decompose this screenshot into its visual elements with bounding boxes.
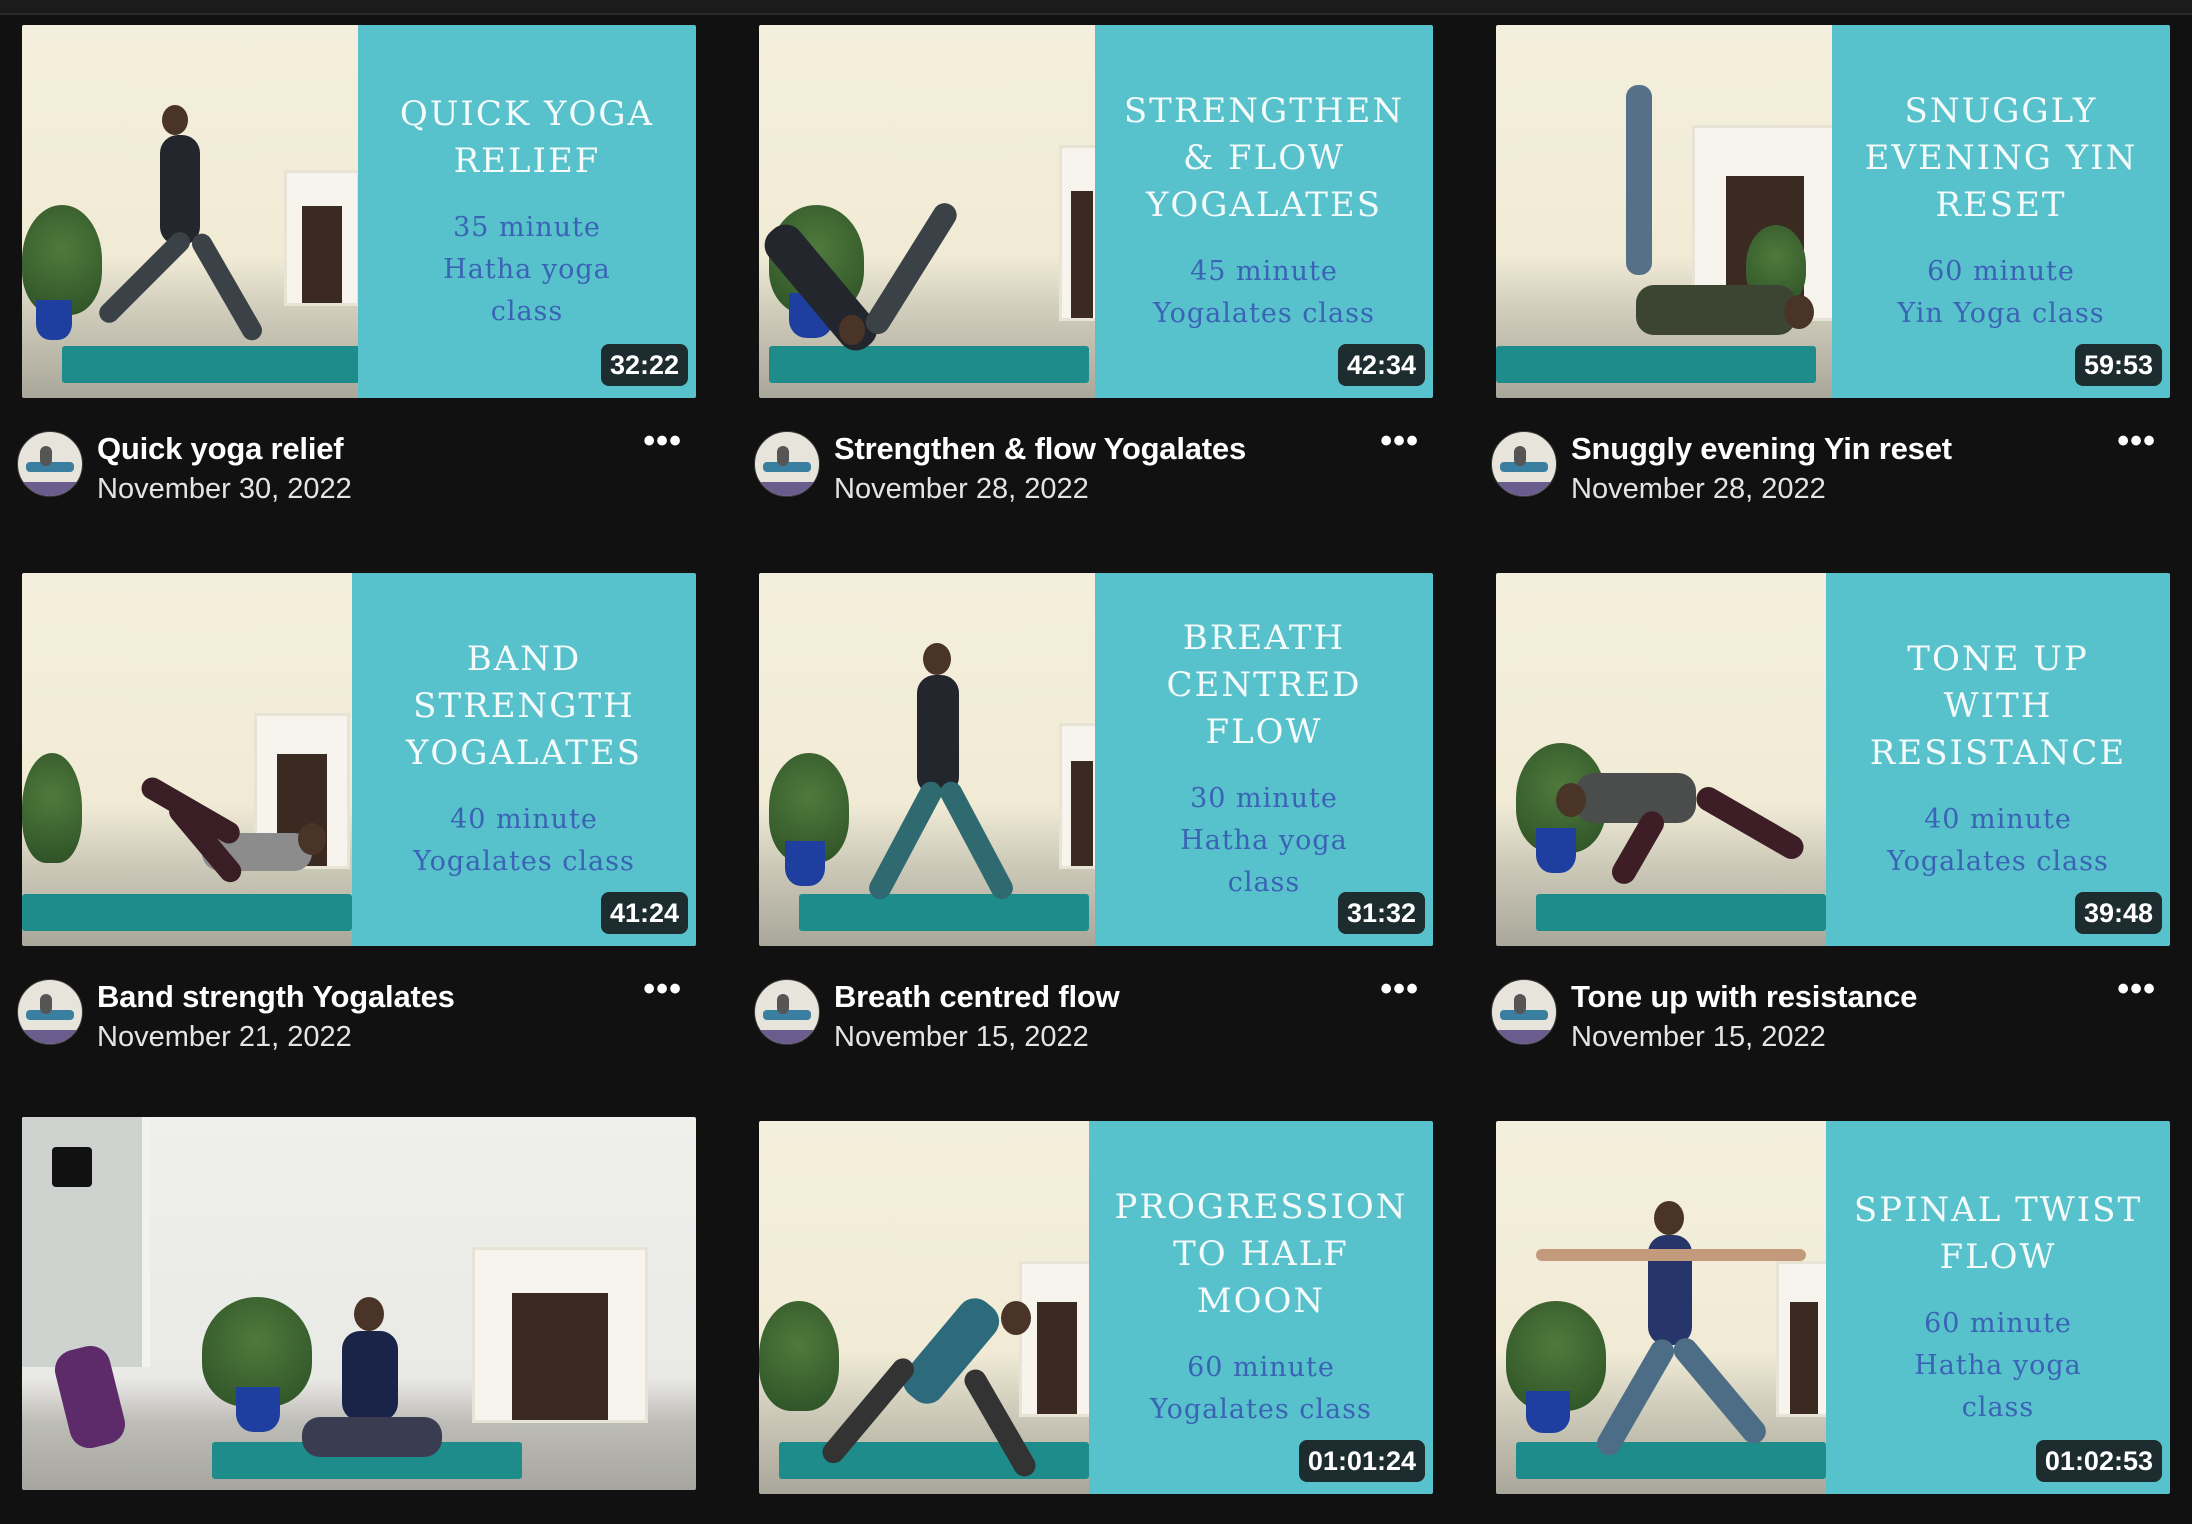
thumbnail-title-panel: PROGRESSION TO HALF MOON 60 minute Yogal… <box>1089 1121 1433 1494</box>
video-title[interactable]: Breath centred flow <box>834 979 1120 1015</box>
video-date: November 30, 2022 <box>97 473 352 505</box>
thumbnail-subtitle: 45 minute Yogalates class <box>1153 256 1375 329</box>
thumbnail-subtitle: 60 minute Yin Yoga class <box>1897 256 2105 329</box>
video-thumbnail[interactable]: SNUGGLY EVENING YIN RESET 60 minute Yin … <box>1496 25 2170 398</box>
more-horizontal-icon[interactable]: ••• <box>643 972 682 1006</box>
more-horizontal-icon[interactable]: ••• <box>643 424 682 458</box>
thumbnail-photo <box>22 25 358 398</box>
video-title[interactable]: Strengthen & flow Yogalates <box>834 431 1246 467</box>
video-date: November 15, 2022 <box>1571 1021 1826 1053</box>
video-thumbnail[interactable] <box>22 1117 696 1490</box>
thumbnail-title-panel: SNUGGLY EVENING YIN RESET 60 minute Yin … <box>1832 25 2170 398</box>
video-title[interactable]: Snuggly evening Yin reset <box>1571 431 1952 467</box>
thumbnail-subtitle: 60 minute Hatha yoga class <box>1914 1307 2082 1423</box>
thumbnail-title-panel: STRENGTHEN & FLOW YOGALATES 45 minute Yo… <box>1095 25 1433 398</box>
more-horizontal-icon[interactable]: ••• <box>1380 424 1419 458</box>
video-thumbnail[interactable]: QUICK YOGA RELIEF 35 minute Hatha yoga c… <box>22 25 696 398</box>
thumbnail-subtitle: 35 minute Hatha yoga class <box>443 211 611 327</box>
duration-badge: 31:32 <box>1337 892 1425 934</box>
channel-avatar[interactable] <box>754 979 820 1045</box>
thumbnail-subtitle: 40 minute Yogalates class <box>1887 804 2109 877</box>
thumbnail-title-panel: BAND STRENGTH YOGALATES 40 minute Yogala… <box>352 573 696 946</box>
video-thumbnail[interactable]: SPINAL TWIST FLOW 60 minute Hatha yoga c… <box>1496 1121 2170 1494</box>
video-meta: Tone up with resistance November 15, 202… <box>1491 972 2170 1054</box>
duration-badge: 01:01:24 <box>1298 1440 1425 1482</box>
channel-avatar[interactable] <box>1491 431 1557 497</box>
thumbnail-title: SNUGGLY EVENING YIN RESET <box>1864 91 2138 225</box>
thumbnail-photo <box>759 25 1095 398</box>
thumbnail-title: SPINAL TWIST FLOW <box>1853 1189 2143 1277</box>
more-horizontal-icon[interactable]: ••• <box>1380 972 1419 1006</box>
video-meta: Band strength Yogalates November 21, 202… <box>17 972 696 1054</box>
video-thumbnail[interactable]: BREATH CENTRED FLOW 30 minute Hatha yoga… <box>759 573 1433 946</box>
thumbnail-title: BAND STRENGTH YOGALATES <box>405 639 643 773</box>
thumbnail-photo <box>1496 1121 1826 1494</box>
thumbnail-title: BREATH CENTRED FLOW <box>1166 618 1362 752</box>
video-thumbnail[interactable]: BAND STRENGTH YOGALATES 40 minute Yogala… <box>22 573 696 946</box>
video-date: November 15, 2022 <box>834 1021 1089 1053</box>
thumbnail-subtitle: 40 minute Yogalates class <box>413 804 635 877</box>
video-date: November 28, 2022 <box>1571 473 1826 505</box>
thumbnail-subtitle: 60 minute Yogalates class <box>1150 1352 1372 1425</box>
duration-badge: 39:48 <box>2074 892 2162 934</box>
duration-badge: 01:02:53 <box>2035 1440 2162 1482</box>
video-title[interactable]: Quick yoga relief <box>97 431 344 467</box>
thumbnail-title: STRENGTHEN & FLOW YOGALATES <box>1123 91 1405 225</box>
thumbnail-title-panel: QUICK YOGA RELIEF 35 minute Hatha yoga c… <box>358 25 696 398</box>
more-horizontal-icon[interactable]: ••• <box>2117 424 2156 458</box>
thumbnail-photo <box>1496 573 1826 946</box>
duration-badge: 32:22 <box>600 344 688 386</box>
channel-avatar[interactable] <box>17 979 83 1045</box>
video-date: November 21, 2022 <box>97 1021 352 1053</box>
video-thumbnail[interactable]: PROGRESSION TO HALF MOON 60 minute Yogal… <box>759 1121 1433 1494</box>
thumbnail-title-panel: TONE UP WITH RESISTANCE 40 minute Yogala… <box>1826 573 2170 946</box>
thumbnail-photo <box>759 1121 1089 1494</box>
thumbnail-title: TONE UP WITH RESISTANCE <box>1869 639 2127 773</box>
duration-badge: 42:34 <box>1337 344 1425 386</box>
video-meta: Snuggly evening Yin reset November 28, 2… <box>1491 424 2170 506</box>
thumbnail-photo <box>1496 25 1832 398</box>
duration-badge: 59:53 <box>2074 344 2162 386</box>
thumbnail-title-panel: SPINAL TWIST FLOW 60 minute Hatha yoga c… <box>1826 1121 2170 1494</box>
video-thumbnail[interactable]: STRENGTHEN & FLOW YOGALATES 45 minute Yo… <box>759 25 1433 398</box>
thumbnail-title: QUICK YOGA RELIEF <box>399 93 655 181</box>
thumbnail-photo <box>22 573 352 946</box>
more-horizontal-icon[interactable]: ••• <box>2117 972 2156 1006</box>
video-thumbnail[interactable]: TONE UP WITH RESISTANCE 40 minute Yogala… <box>1496 573 2170 946</box>
channel-avatar[interactable] <box>754 431 820 497</box>
top-divider <box>0 0 2192 15</box>
video-title[interactable]: Band strength Yogalates <box>97 979 455 1015</box>
video-meta: Strengthen & flow Yogalates November 28,… <box>754 424 1433 506</box>
thumbnail-title-panel: BREATH CENTRED FLOW 30 minute Hatha yoga… <box>1095 573 1433 946</box>
channel-avatar[interactable] <box>17 431 83 497</box>
thumbnail-subtitle: 30 minute Hatha yoga class <box>1180 783 1348 898</box>
video-meta: Breath centred flow November 15, 2022 ••… <box>754 972 1433 1054</box>
video-date: November 28, 2022 <box>834 473 1089 505</box>
thumbnail-photo <box>759 573 1095 946</box>
thumbnail-title: PROGRESSION TO HALF MOON <box>1114 1187 1408 1321</box>
duration-badge: 41:24 <box>600 892 688 934</box>
video-meta: Quick yoga relief November 30, 2022 ••• <box>17 424 696 506</box>
video-title[interactable]: Tone up with resistance <box>1571 979 1917 1015</box>
channel-avatar[interactable] <box>1491 979 1557 1045</box>
thumbnail-photo <box>22 1117 696 1490</box>
